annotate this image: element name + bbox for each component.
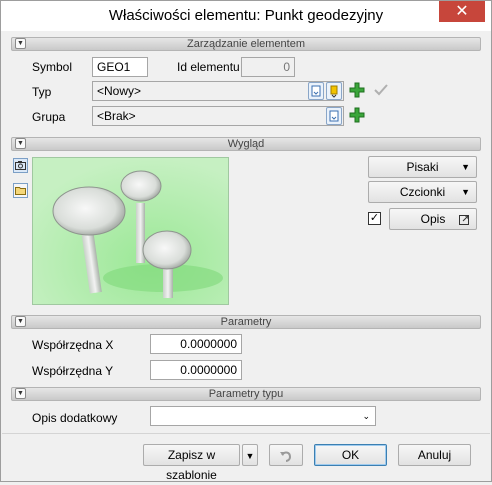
confirm-check-icon[interactable]	[372, 81, 390, 99]
section-title: Zarządzanie elementem	[186, 38, 305, 50]
title-bar[interactable]: Właściwości elementu: Punkt geodezyjny ✕	[1, 1, 491, 31]
element-id-field: 0	[241, 57, 295, 77]
extra-description-label: Opis dodatkowy	[32, 411, 118, 425]
save-template-dropdown[interactable]: ▼	[242, 444, 258, 466]
add-group-plus-icon[interactable]	[348, 106, 366, 124]
coord-y-input[interactable]: 0.0000000	[150, 360, 242, 380]
element-id-label: Id elementu	[177, 60, 240, 74]
ok-button[interactable]: OK	[314, 444, 387, 466]
dropdown-arrow-icon: ▼	[245, 451, 255, 461]
collapse-chevron-icon[interactable]: ▼	[15, 138, 26, 149]
close-button[interactable]: ✕	[439, 1, 485, 22]
open-external-icon	[458, 209, 470, 229]
pens-label: Pisaki	[406, 160, 439, 174]
dialog-window: Właściwości elementu: Punkt geodezyjny ✕…	[0, 0, 492, 482]
section-header-type-parameters[interactable]: ▼ Parametry typu	[11, 387, 481, 401]
cancel-button[interactable]: Anuluj	[398, 444, 471, 466]
chevron-down-icon: ⌄	[362, 411, 370, 421]
coord-y-label: Współrzędna Y	[32, 364, 114, 378]
folder-icon[interactable]	[13, 183, 28, 198]
section-title: Parametry typu	[208, 388, 284, 400]
description-checkbox[interactable]: ✓	[368, 212, 381, 225]
undo-button[interactable]	[269, 444, 303, 466]
fonts-label: Czcionki	[399, 185, 446, 199]
check-icon: ✓	[369, 212, 380, 224]
description-label: Opis	[420, 212, 446, 226]
section-header-management[interactable]: ▼ Zarządzanie elementem	[11, 37, 481, 51]
ok-label: OK	[341, 448, 360, 462]
camera-view-icon[interactable]	[13, 158, 28, 173]
section-header-appearance[interactable]: ▼ Wygląd	[11, 137, 481, 151]
coord-x-label: Współrzędna X	[32, 338, 114, 352]
section-header-parameters[interactable]: ▼ Parametry	[11, 315, 481, 329]
dropdown-arrow-icon: ▼	[461, 187, 470, 197]
type-value: <Nowy>	[97, 84, 142, 98]
element-preview-image	[32, 157, 229, 305]
collapse-chevron-icon[interactable]: ▼	[15, 38, 26, 49]
section-title: Parametry	[220, 316, 272, 328]
save-template-label: Zapisz w szablonie	[166, 448, 217, 482]
section-title: Wygląd	[227, 138, 265, 150]
collapse-chevron-icon[interactable]: ▼	[15, 388, 26, 399]
type-field[interactable]: <Nowy>	[92, 81, 344, 101]
footer-divider	[2, 433, 490, 434]
group-field[interactable]: <Brak>	[92, 106, 344, 126]
collapse-chevron-icon[interactable]: ▼	[15, 316, 26, 327]
cancel-label: Anuluj	[417, 448, 452, 462]
dropdown-arrow-icon: ▼	[461, 162, 470, 172]
group-value: <Brak>	[97, 109, 136, 123]
type-label: Typ	[32, 85, 52, 99]
coord-x-input[interactable]: 0.0000000	[150, 334, 242, 354]
type-yellow-icon[interactable]	[326, 82, 342, 100]
group-picker-icon[interactable]	[326, 107, 342, 125]
group-label: Grupa	[32, 110, 66, 124]
type-picker-icon[interactable]	[308, 82, 324, 100]
pens-button[interactable]: Pisaki ▼	[368, 156, 477, 178]
symbol-input[interactable]: GEO1	[92, 57, 148, 77]
close-icon: ✕	[455, 3, 469, 20]
window-title: Właściwości elementu: Punkt geodezyjny	[108, 7, 384, 24]
fonts-button[interactable]: Czcionki ▼	[368, 181, 477, 203]
extra-description-select[interactable]: ⌄	[150, 406, 376, 426]
save-template-button[interactable]: Zapisz w szablonie	[143, 444, 240, 482]
add-type-plus-icon[interactable]	[348, 81, 366, 99]
symbol-label: Symbol	[32, 60, 73, 74]
undo-icon	[278, 448, 294, 462]
description-button[interactable]: Opis	[389, 208, 477, 230]
